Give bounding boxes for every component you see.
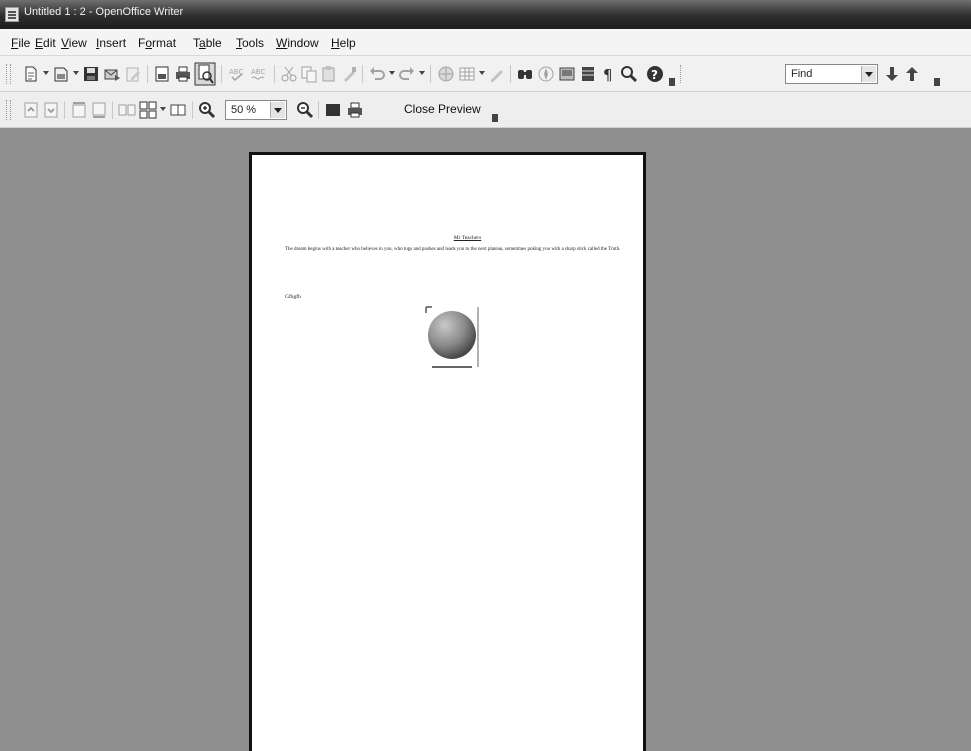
menu-file[interactable]: File [11, 36, 30, 50]
page-preview-toolbar: 50 % Close Preview [0, 92, 971, 128]
document-end-icon[interactable] [90, 101, 108, 119]
toolbar-overflow-icon[interactable] [669, 78, 675, 86]
find-dropdown-icon[interactable] [861, 66, 876, 82]
export-pdf-icon[interactable] [153, 65, 171, 83]
cut-icon[interactable] [280, 65, 298, 83]
print-page-view-icon[interactable] [346, 101, 364, 119]
toolbar-separator [192, 101, 193, 119]
document-paragraph: The dream begins with a teacher who beli… [285, 247, 621, 252]
menu-tools[interactable]: Tools [236, 36, 264, 50]
svg-text:¶: ¶ [603, 66, 613, 83]
data-sources-icon[interactable] [579, 65, 597, 83]
toolbar-overflow-icon[interactable] [492, 114, 498, 122]
find-input[interactable]: Find [785, 64, 878, 84]
email-icon[interactable] [103, 65, 121, 83]
toolbar-grip[interactable] [680, 65, 682, 83]
help-icon[interactable]: ? [646, 65, 664, 83]
page-preview-area[interactable]: Mr Teachers The dream begins with a teac… [0, 128, 971, 751]
spellcheck-icon[interactable]: ABC [228, 65, 246, 83]
menu-edit[interactable]: Edit [35, 36, 56, 50]
new-dropdown-icon[interactable] [43, 71, 49, 75]
book-preview-icon[interactable] [169, 101, 187, 119]
insert-table-icon[interactable] [458, 65, 476, 83]
page-preview-icon[interactable] [194, 62, 216, 86]
copy-icon[interactable] [300, 65, 318, 83]
svg-text:ABC: ABC [251, 68, 265, 76]
toolbar-separator [430, 65, 431, 83]
zoom-in-icon[interactable] [198, 101, 216, 119]
table-dropdown-icon[interactable] [479, 71, 485, 75]
toolbar-overflow-icon[interactable] [934, 78, 940, 86]
print-icon[interactable] [174, 65, 192, 83]
gallery-icon[interactable] [558, 65, 576, 83]
autospellcheck-icon[interactable]: ABC [250, 65, 268, 83]
toolbar-separator [64, 101, 65, 119]
window-title: Untitled 1 : 2 - OpenOffice Writer [24, 6, 184, 18]
edit-file-icon[interactable] [124, 65, 142, 83]
menu-window[interactable]: Window [276, 36, 319, 50]
templates-icon[interactable] [52, 65, 70, 83]
toolbar-separator [510, 65, 511, 83]
toolbar-grip[interactable] [6, 100, 11, 120]
templates-dropdown-icon[interactable] [73, 71, 79, 75]
zoom-combobox[interactable]: 50 % [225, 100, 287, 120]
toolbar-separator [274, 65, 275, 83]
standard-toolbar: ABC ABC ¶ ? Find [0, 56, 971, 92]
find-replace-icon[interactable] [516, 65, 534, 83]
zoom-dropdown-icon[interactable] [270, 102, 285, 118]
full-screen-icon[interactable] [324, 101, 342, 119]
menu-format[interactable]: Format [138, 36, 176, 50]
clone-formatting-icon[interactable] [340, 65, 358, 83]
zoom-icon[interactable] [620, 65, 638, 83]
next-page-icon[interactable] [42, 101, 60, 119]
zoom-out-icon[interactable] [296, 101, 314, 119]
document-begin-icon[interactable] [70, 101, 88, 119]
toolbar-grip[interactable] [6, 64, 11, 84]
menu-insert[interactable]: Insert [96, 36, 126, 50]
find-next-icon[interactable] [883, 65, 901, 83]
toolbar-separator [112, 101, 113, 119]
embedded-circle-image[interactable] [422, 305, 482, 373]
document-title: Mr Teachers [453, 235, 482, 241]
toolbar-separator [147, 65, 148, 83]
close-preview-button[interactable]: Close Preview [404, 102, 481, 116]
menu-bar: File Edit View Insert Format Table Tools… [0, 29, 971, 56]
document-page[interactable]: Mr Teachers The dream begins with a teac… [249, 152, 646, 751]
document-text-line: Gfhgfh [285, 294, 301, 300]
nonprinting-characters-icon[interactable]: ¶ [600, 65, 618, 83]
menu-help[interactable]: Help [331, 36, 356, 50]
undo-dropdown-icon[interactable] [389, 71, 395, 75]
svg-text:?: ? [651, 68, 658, 82]
writer-app-icon[interactable] [5, 7, 19, 22]
new-document-icon[interactable] [22, 65, 40, 83]
hyperlink-icon[interactable] [437, 65, 455, 83]
paste-icon[interactable] [320, 65, 338, 83]
toolbar-separator [318, 101, 319, 119]
two-pages-icon[interactable] [118, 101, 136, 119]
navigator-icon[interactable] [537, 65, 555, 83]
toolbar-separator [221, 65, 222, 83]
undo-icon[interactable] [368, 65, 386, 83]
menu-view[interactable]: View [61, 36, 87, 50]
show-draw-functions-icon[interactable] [488, 65, 506, 83]
save-icon[interactable] [82, 65, 100, 83]
title-bar: Untitled 1 : 2 - OpenOffice Writer [0, 0, 971, 29]
redo-dropdown-icon[interactable] [419, 71, 425, 75]
find-previous-icon[interactable] [903, 65, 921, 83]
redo-icon[interactable] [398, 65, 416, 83]
toolbar-separator [362, 65, 363, 83]
multiple-pages-icon[interactable] [139, 101, 157, 119]
multiple-pages-dropdown-icon[interactable] [160, 107, 166, 111]
menu-table[interactable]: Table [193, 36, 222, 50]
previous-page-icon[interactable] [22, 101, 40, 119]
